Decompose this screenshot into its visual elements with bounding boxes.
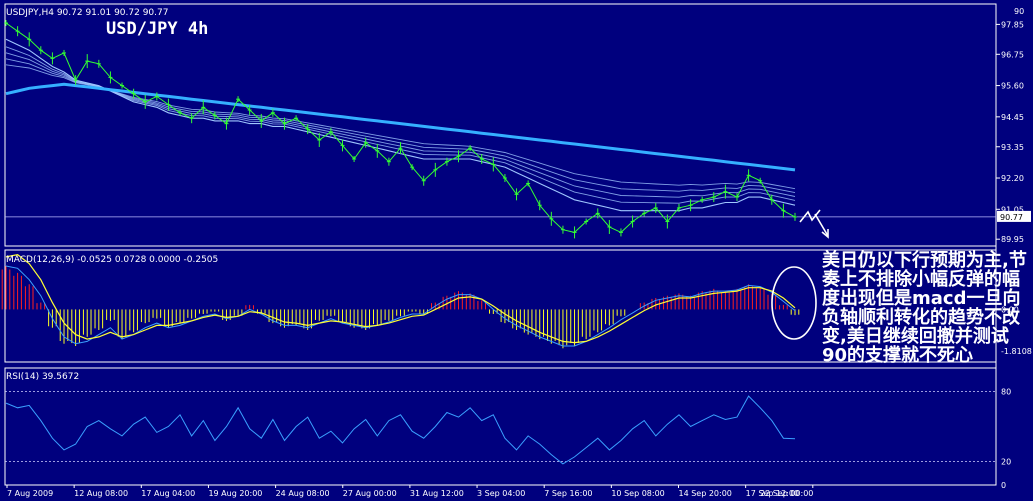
- macd-line: [5, 265, 796, 347]
- chart-title: USD/JPY 4h: [106, 19, 208, 39]
- rsi-axis-label: 80: [1001, 387, 1011, 396]
- price-axis-label: 92.20: [1001, 174, 1024, 183]
- price-panel-header: USDJPY,H4 90.72 91.01 90.72 90.77: [6, 8, 168, 18]
- price-axis-label: 95.60: [1001, 82, 1024, 91]
- price-axis-label: 94.45: [1001, 113, 1024, 122]
- price-axis-label: 93.35: [1001, 143, 1024, 152]
- price-axis-label: 89.95: [1001, 235, 1024, 244]
- x-axis-label: 22 Sep 00:00: [760, 489, 813, 498]
- macd-panel-header: MACD(12,26,9) -0.0525 0.0728 0.0000 -0.2…: [6, 255, 218, 265]
- price-top-label: 90: [1014, 7, 1024, 16]
- price-axis-label: 97.85: [1001, 20, 1024, 29]
- price-axis-label: 96.75: [1001, 50, 1024, 59]
- price-panel-frame: [4, 3, 997, 247]
- x-axis-label: 14 Sep 20:00: [679, 489, 732, 498]
- rsi-panel-frame: [4, 367, 997, 486]
- x-axis-label: 10 Sep 08:00: [611, 489, 664, 498]
- price-close-line: [5, 22, 796, 233]
- annotation-text: 美日仍以下行预期为主,节奏上不排除小幅反弹的幅度出现但是macd一旦向负轴顺利转…: [822, 250, 1027, 366]
- rsi-axis-label: 20: [1001, 458, 1011, 467]
- x-axis-label: 3 Sep 04:00: [477, 489, 525, 498]
- x-axis-label: 17 Aug 04:00: [141, 489, 195, 498]
- x-axis-label: 24 Aug 08:00: [276, 489, 330, 498]
- x-axis-label: 12 Aug 08:00: [74, 489, 128, 498]
- rsi-panel-header: RSI(14) 39.5672: [6, 372, 79, 382]
- x-axis-label: 7 Sep 16:00: [544, 489, 592, 498]
- x-axis-label: 19 Aug 20:00: [208, 489, 262, 498]
- rsi-line: [5, 395, 796, 465]
- price-axis-label: 91.05: [1001, 205, 1024, 214]
- x-axis-label: 27 Aug 00:00: [343, 489, 397, 498]
- macd-signal-line: [5, 253, 796, 344]
- x-axis-label: 7 Aug 2009: [7, 489, 53, 498]
- ma-band-line: [5, 58, 796, 194]
- annotation-circle: [771, 266, 817, 340]
- ma-band-line: [5, 64, 796, 190]
- x-axis-label: 31 Aug 12:00: [410, 489, 464, 498]
- rsi-axis-label: 0: [1001, 481, 1006, 490]
